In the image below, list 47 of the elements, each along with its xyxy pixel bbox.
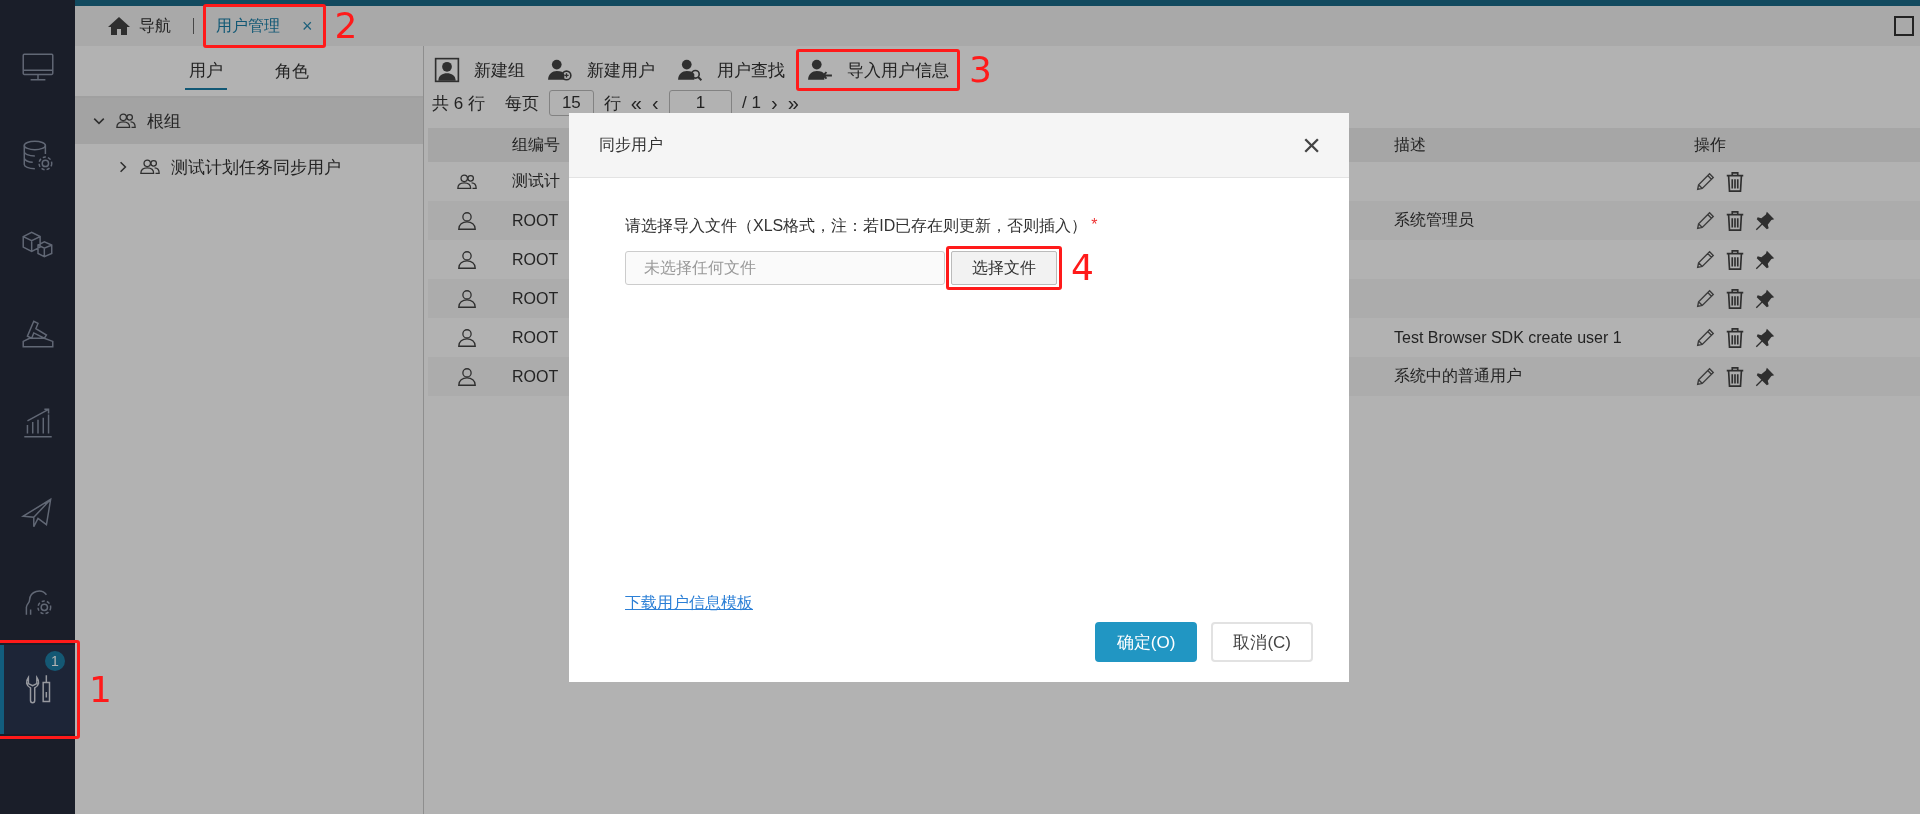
toolbar-button[interactable]: 用户查找	[671, 54, 791, 86]
page-size-unit: 行	[603, 92, 621, 115]
tree-item-label: 根组	[147, 110, 181, 133]
file-field[interactable]: 未选择任何文件	[625, 251, 945, 285]
download-template-link[interactable]: 下载用户信息模板	[625, 593, 753, 614]
table-cell: ROOT	[512, 328, 559, 346]
toolbar-button[interactable]: 导入用户信息	[801, 54, 955, 86]
tab-label: 导航	[139, 15, 171, 36]
page-size-label: 每页	[504, 92, 539, 115]
field-label: 请选择导入文件（XLS格式，注：若ID已存在则更新，否则插入）	[625, 216, 1088, 236]
previous-page-button[interactable]: ‹	[651, 91, 659, 115]
page-total: / 1	[742, 93, 761, 113]
tab-label: 用户管理	[216, 15, 280, 36]
table-cell: 系统管理员	[1394, 211, 1474, 228]
table-cell: ROOT	[512, 289, 559, 307]
choose-file-button[interactable]: 选择文件	[951, 251, 1057, 285]
annotation-number: 2	[334, 8, 358, 44]
tab[interactable]: 角色	[271, 53, 313, 89]
column-header: 组编号	[512, 135, 560, 153]
column-header: 描述	[1394, 135, 1426, 153]
tree-item[interactable]: 根组	[75, 98, 423, 144]
close-icon[interactable]: ×	[1302, 126, 1321, 164]
tree-item[interactable]: 测试计划任务同步用户	[75, 144, 423, 190]
tab[interactable]: 用户	[185, 52, 227, 90]
table-cell: ROOT	[512, 211, 559, 229]
dialog-title: 同步用户	[599, 134, 664, 155]
toolbar-button[interactable]: 新建用户	[541, 54, 661, 86]
table-cell: Test Browser SDK create user 1	[1394, 328, 1622, 346]
cancel-button[interactable]: 取消(C)	[1211, 622, 1313, 662]
annotation-number: 3	[969, 52, 992, 88]
table-cell: ROOT	[512, 250, 559, 268]
sidebar-item[interactable]: 1	[0, 645, 75, 734]
table-cell: 系统中的普通用户	[1394, 367, 1522, 384]
tree-item-label: 测试计划任务同步用户	[171, 156, 341, 179]
required-mark: *	[1091, 216, 1098, 235]
notification-badge: 1	[45, 651, 65, 671]
annotation-number: 1	[89, 671, 112, 708]
table-cell: 测试计	[512, 172, 560, 189]
next-page-button[interactable]: ›	[771, 91, 778, 115]
annotation-number: 4	[1071, 250, 1094, 286]
column-header: 操作	[1694, 135, 1726, 153]
table-cell: ROOT	[512, 367, 559, 385]
first-page-button[interactable]: «	[630, 91, 642, 115]
tab[interactable]: 导航	[99, 9, 179, 43]
row-count-label: 共 6 行	[432, 92, 485, 115]
toolbar-button[interactable]: 新建组	[428, 54, 531, 86]
last-page-button[interactable]: »	[787, 91, 799, 115]
